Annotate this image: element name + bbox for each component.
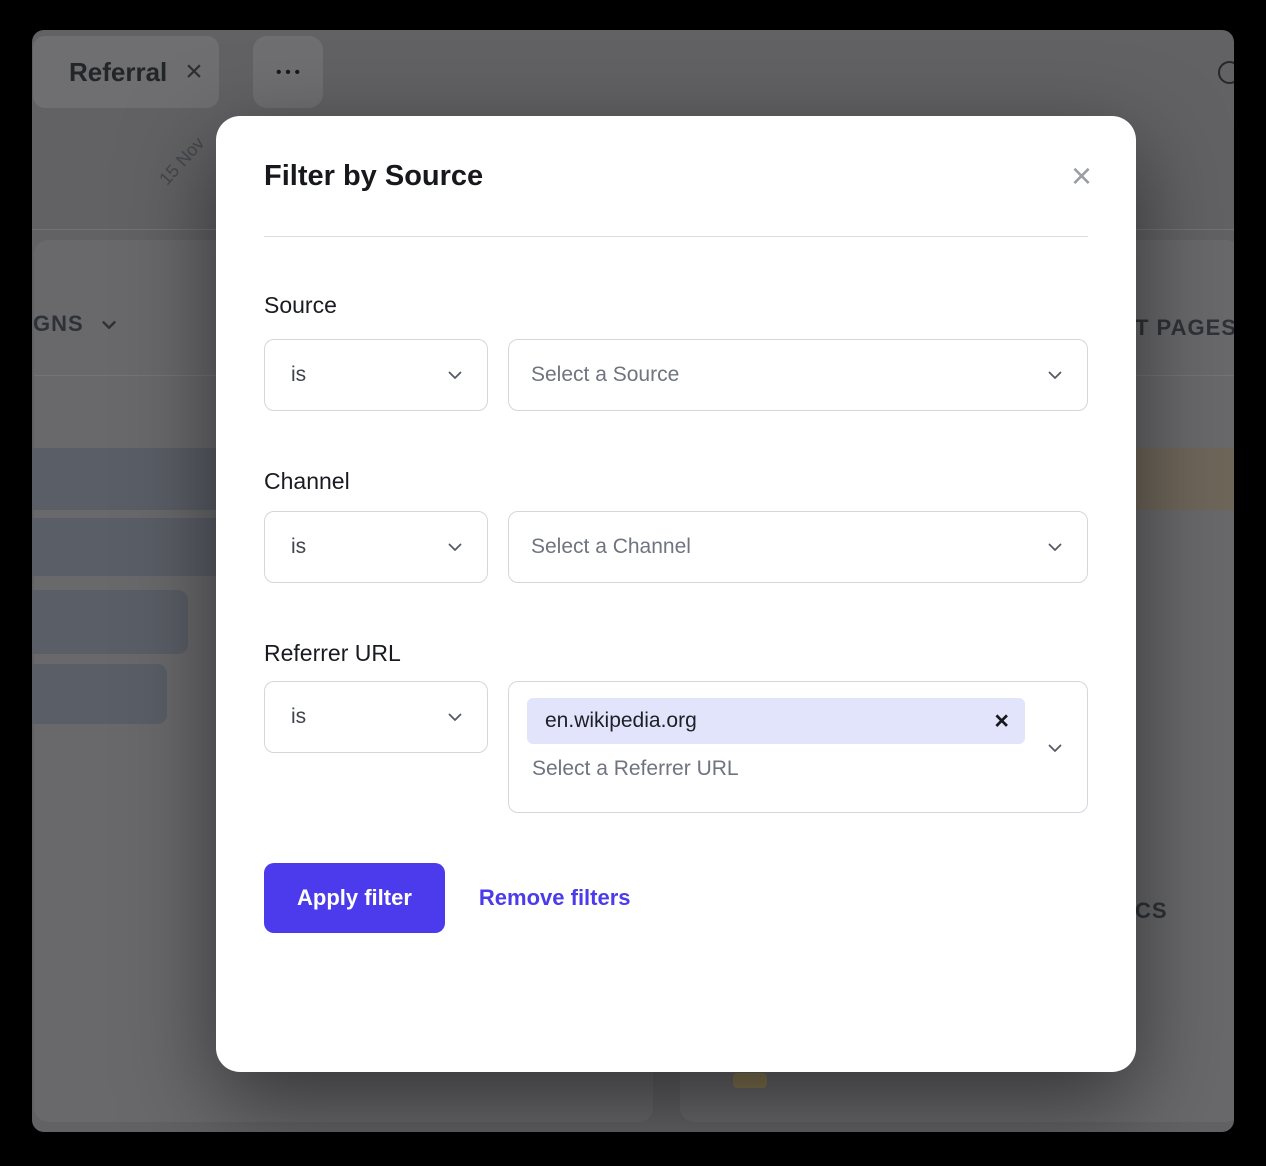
remove-value-icon[interactable]: × bbox=[994, 709, 1009, 734]
source-placeholder: Select a Source bbox=[531, 363, 679, 387]
tab-referral-label: Referral bbox=[69, 57, 167, 88]
campaign-bar bbox=[32, 590, 188, 654]
referrer-url-row: is en.wikipedia.org × Select a Referrer … bbox=[264, 681, 1088, 813]
dialog-actions: Apply filter Remove filters bbox=[264, 863, 1088, 933]
channel-value-select[interactable]: Select a Channel bbox=[508, 511, 1088, 583]
referrer-value-multiselect[interactable]: en.wikipedia.org × Select a Referrer URL bbox=[508, 681, 1088, 813]
chevron-down-icon bbox=[1045, 365, 1065, 385]
source-value-select[interactable]: Select a Source bbox=[508, 339, 1088, 411]
lower-section-header-label: CS bbox=[1135, 898, 1168, 924]
referrer-operator-value: is bbox=[291, 705, 306, 729]
campaign-bar bbox=[32, 664, 167, 724]
selected-value-chip: en.wikipedia.org × bbox=[527, 698, 1025, 744]
tab-referral[interactable]: Referral × bbox=[33, 36, 219, 108]
exit-pages-header: T PAGES bbox=[1135, 315, 1234, 341]
lower-section-header: CS bbox=[1135, 898, 1168, 924]
campaigns-header[interactable]: GNS bbox=[33, 311, 120, 337]
chevron-down-icon bbox=[98, 314, 120, 336]
app-window: Referral × ••• 15 Nov GNS T PAGES CS Fil… bbox=[32, 30, 1234, 1132]
referrer-operator-select[interactable]: is bbox=[264, 681, 488, 753]
channel-operator-select[interactable]: is bbox=[264, 511, 488, 583]
channel-operator-value: is bbox=[291, 535, 306, 559]
apply-filter-button[interactable]: Apply filter bbox=[264, 863, 445, 933]
chart-date-label: 15 Nov bbox=[155, 133, 209, 189]
channel-label: Channel bbox=[264, 465, 1088, 497]
tab-close-icon[interactable]: × bbox=[185, 57, 203, 87]
remove-filters-link[interactable]: Remove filters bbox=[479, 885, 631, 911]
referrer-placeholder: Select a Referrer URL bbox=[527, 757, 1069, 781]
source-operator-value: is bbox=[291, 363, 306, 387]
search-icon[interactable] bbox=[1218, 61, 1234, 84]
exit-pages-header-label: T PAGES bbox=[1135, 315, 1234, 341]
chevron-down-icon bbox=[445, 707, 465, 727]
list-item-icon bbox=[733, 1073, 767, 1088]
filter-by-source-dialog: Filter by Source × Source is Select a So… bbox=[216, 116, 1136, 1072]
more-options-button[interactable]: ••• bbox=[253, 36, 323, 108]
dialog-divider bbox=[264, 236, 1088, 237]
referrer-url-label: Referrer URL bbox=[264, 637, 1088, 669]
close-icon[interactable]: × bbox=[1071, 158, 1092, 194]
chevron-down-icon bbox=[1045, 738, 1065, 758]
campaigns-header-label: GNS bbox=[33, 311, 84, 337]
dialog-title: Filter by Source bbox=[264, 156, 1088, 196]
selected-value-text: en.wikipedia.org bbox=[545, 709, 697, 733]
channel-row: is Select a Channel bbox=[264, 511, 1088, 583]
channel-placeholder: Select a Channel bbox=[531, 535, 691, 559]
chevron-down-icon bbox=[445, 537, 465, 557]
chevron-down-icon bbox=[445, 365, 465, 385]
source-row: is Select a Source bbox=[264, 339, 1088, 411]
chevron-down-icon bbox=[1045, 537, 1065, 557]
source-label: Source bbox=[264, 289, 1088, 321]
source-operator-select[interactable]: is bbox=[264, 339, 488, 411]
